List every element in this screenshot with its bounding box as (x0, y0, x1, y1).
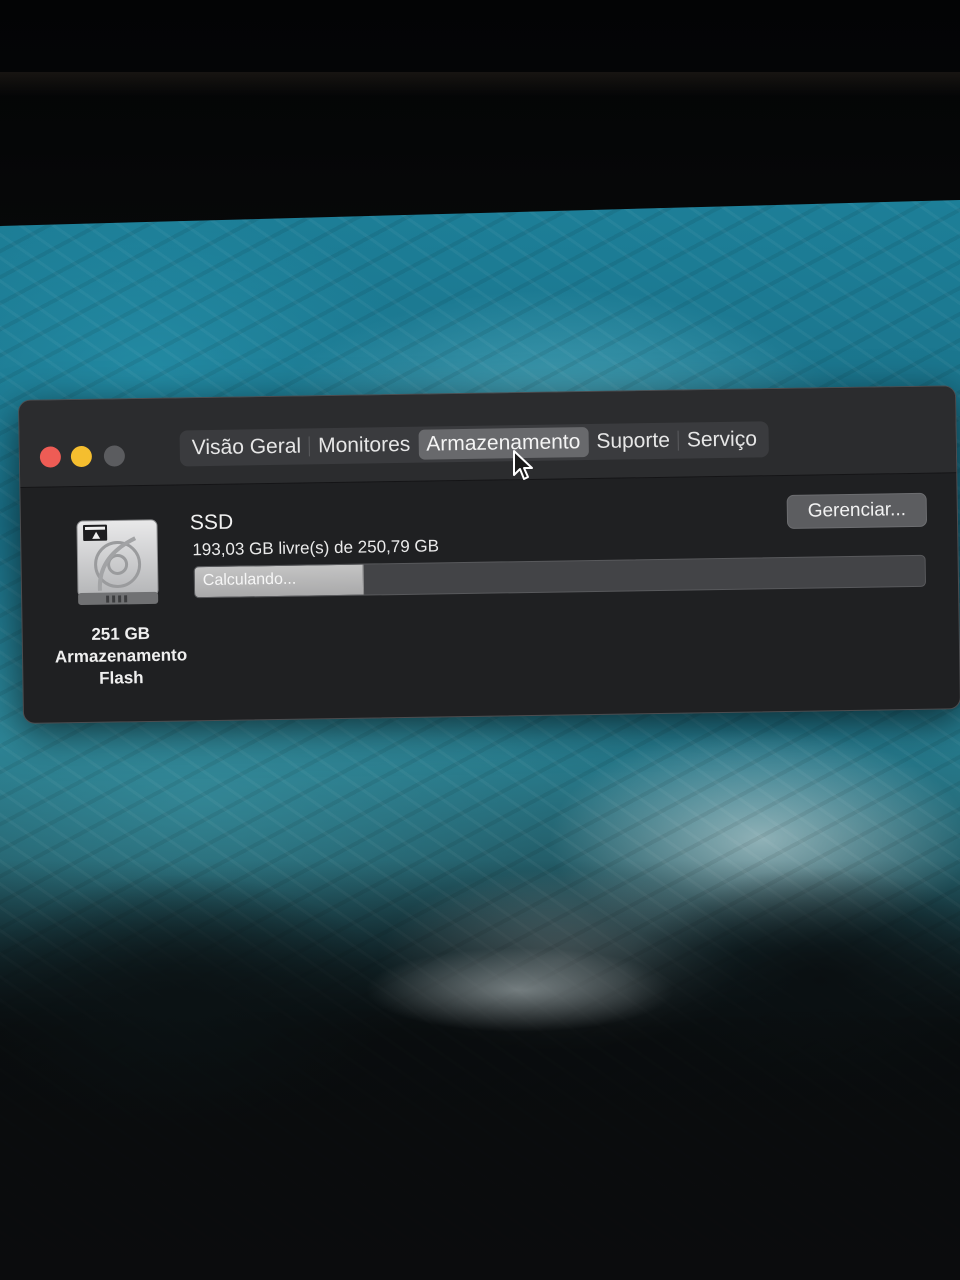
bezel-edge (0, 72, 960, 96)
about-this-mac-window: Visão Geral Monitores Armazenamento Supo… (18, 385, 960, 724)
mouse-cursor-icon (512, 449, 534, 483)
window-titlebar: Visão Geral Monitores Armazenamento Supo… (19, 386, 957, 488)
close-button[interactable] (39, 446, 62, 468)
zoom-button[interactable] (103, 445, 126, 467)
drive-type-line1: Armazenamento (54, 645, 188, 667)
usage-bar-status: Calculando... (202, 570, 297, 590)
tab-visao-geral[interactable]: Visão Geral (184, 431, 310, 463)
minimize-button[interactable] (70, 445, 93, 468)
tab-monitores[interactable]: Monitores (310, 430, 419, 462)
tab-servico[interactable]: Serviço (679, 424, 765, 455)
disk-name: SSD (189, 510, 234, 535)
tab-armazenamento[interactable]: Armazenamento (418, 427, 589, 460)
hard-drive-icon (69, 516, 166, 609)
wallpaper-rocks (0, 860, 960, 1280)
drive-type-line2: Flash (99, 668, 144, 688)
drive-capacity: 251 GB (91, 623, 151, 644)
tab-bar: Visão Geral Monitores Armazenamento Supo… (179, 421, 770, 467)
storage-usage-bar: Calculando... (193, 554, 927, 599)
tab-suporte[interactable]: Suporte (588, 426, 678, 457)
drive-caption: 251 GB Armazenamento Flash (41, 622, 202, 691)
disk-free-space: 193,03 GB livre(s) de 250,79 GB (192, 536, 440, 560)
monitor-bezel (0, 0, 960, 235)
manage-button[interactable]: Gerenciar... (786, 492, 928, 529)
